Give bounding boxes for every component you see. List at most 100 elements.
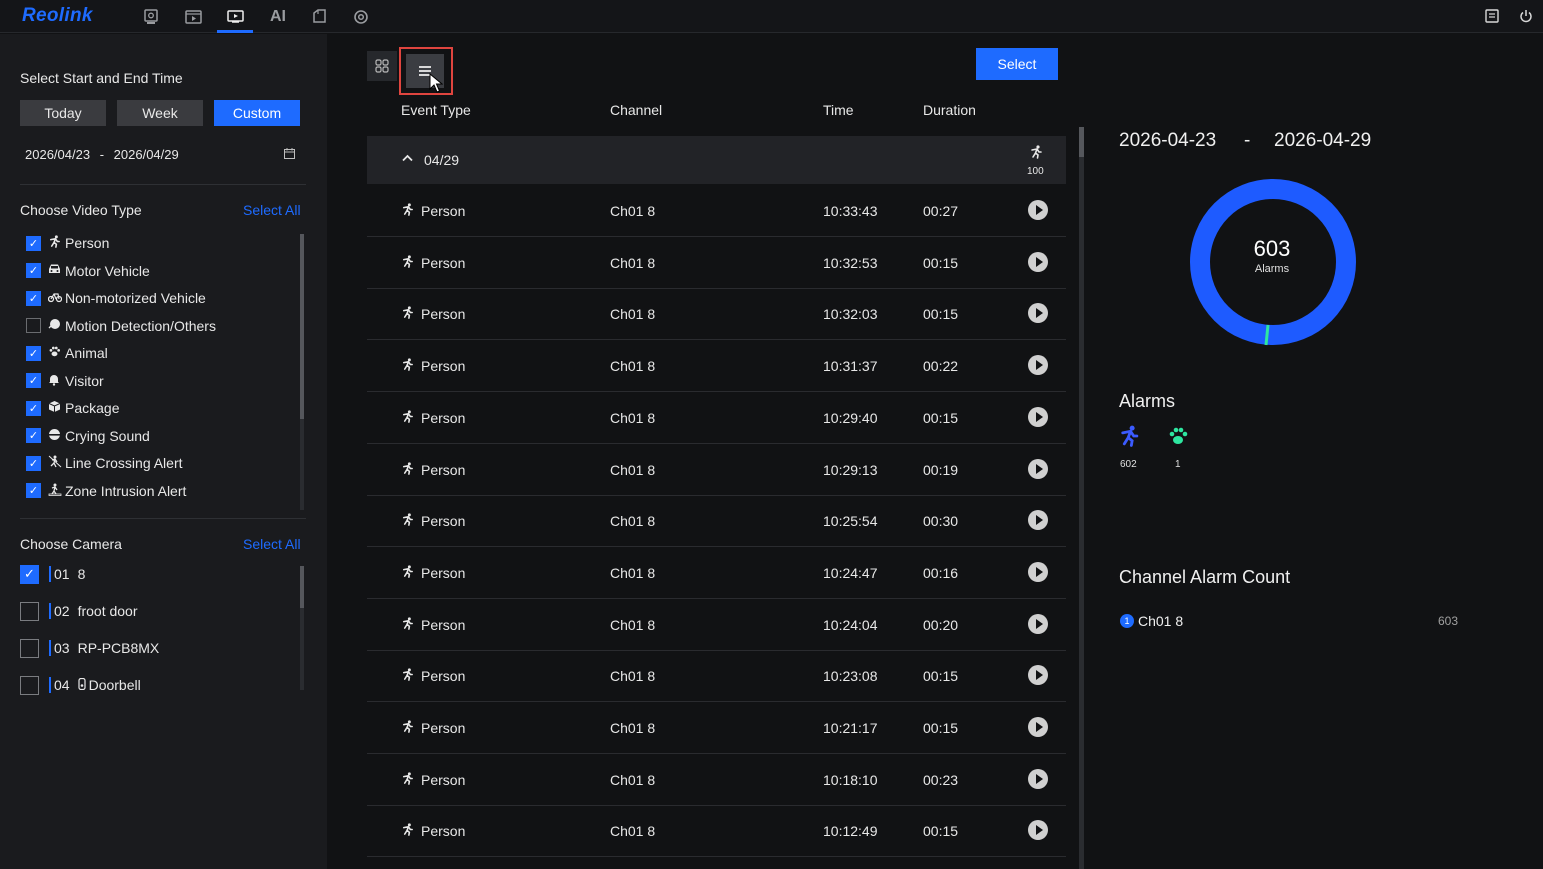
camera-checkbox[interactable] [20, 675, 39, 695]
play-icon[interactable] [1028, 355, 1048, 376]
chevron-up-icon[interactable] [402, 151, 413, 165]
event-row[interactable]: Person Ch01 8 10:12:49 00:15 [367, 805, 1066, 858]
custom-tab[interactable]: Custom [214, 100, 300, 126]
play-icon[interactable] [1028, 717, 1048, 737]
event-row[interactable]: Person Ch01 8 10:31:37 00:22 [367, 340, 1066, 393]
camera-select-all[interactable]: Select All [243, 536, 301, 552]
paw-icon[interactable] [1167, 425, 1189, 453]
person-icon [401, 616, 414, 633]
person-icon [401, 823, 414, 839]
play-icon[interactable] [1028, 768, 1048, 789]
today-tab[interactable]: Today [20, 100, 106, 126]
play-icon[interactable] [1028, 251, 1048, 272]
video-type-checkbox[interactable]: ✓ [26, 235, 41, 251]
event-row[interactable]: Person Ch01 8 10:23:08 00:15 [367, 650, 1066, 703]
event-list-scroll-thumb[interactable] [1079, 127, 1084, 157]
channel-count: 603 [1437, 614, 1458, 628]
play-icon[interactable] [1028, 665, 1048, 686]
camera-item[interactable]: ✓ 01 8 [20, 564, 85, 584]
camera-item[interactable]: 04 Doorbell [20, 675, 141, 695]
week-tab[interactable]: Week [117, 100, 203, 126]
camera-checkbox[interactable]: ✓ [20, 564, 39, 584]
video-type-checkbox[interactable]: ✓ [26, 373, 41, 388]
camera-scroll-thumb[interactable] [300, 566, 304, 608]
alarm-events-icon[interactable] [217, 0, 253, 33]
event-row[interactable]: Person Ch01 8 10:18:10 00:23 [367, 754, 1066, 806]
video-type-item[interactable]: ✓ Motor Vehicle [26, 262, 150, 280]
event-time: 10:21:17 [823, 720, 878, 736]
video-type-checkbox[interactable]: ✓ [26, 263, 41, 278]
settings-icon[interactable] [343, 0, 379, 33]
play-icon[interactable] [1028, 458, 1048, 479]
date-range-field[interactable]: 2026/04/23 - 2026/04/29 [25, 147, 179, 162]
mouse-cursor-icon [429, 73, 443, 93]
play-icon[interactable] [1028, 303, 1048, 324]
video-type-item[interactable]: ✓ Non-motorized Vehicle [26, 289, 206, 307]
video-type-item[interactable]: ✓ Visitor [26, 372, 104, 390]
play-icon[interactable] [1028, 510, 1048, 531]
ai-icon[interactable]: AI [260, 0, 296, 33]
event-row[interactable]: Person Ch01 8 10:24:47 00:16 [367, 547, 1066, 599]
event-row[interactable]: Person Ch01 8 10:21:17 00:15 [367, 702, 1066, 754]
messages-icon[interactable] [1482, 6, 1502, 26]
event-time: 10:29:40 [823, 409, 878, 426]
play-icon[interactable] [1028, 200, 1048, 220]
event-time: 10:25:54 [823, 513, 878, 530]
live-view-icon[interactable] [133, 0, 169, 33]
video-type-checkbox[interactable]: ✓ [26, 400, 41, 416]
bicycle-icon [47, 291, 63, 306]
video-type-item[interactable]: ✓ Crying Sound [26, 427, 150, 445]
event-row[interactable]: Person Ch01 8 10:32:03 00:15 [367, 288, 1066, 341]
col-channel: Channel [610, 102, 663, 118]
playback-icon[interactable] [175, 0, 211, 33]
play-icon[interactable] [1028, 561, 1048, 582]
event-row[interactable]: Person Ch01 8 10:24:04 00:20 [367, 599, 1066, 651]
person-icon [401, 410, 414, 426]
play-icon[interactable] [1028, 820, 1048, 841]
channel-name: Ch01 8 [1138, 613, 1184, 629]
video-type-label: Motion Detection/Others [65, 317, 216, 334]
video-type-item[interactable]: ✓ Line Crossing Alert [26, 454, 183, 472]
camera-item[interactable]: 02 froot door [20, 601, 138, 621]
event-channel: Ch01 8 [610, 358, 656, 375]
person-icon[interactable] [1118, 425, 1140, 453]
video-type-item[interactable]: ✓ Person [26, 234, 109, 252]
event-type: Person [421, 358, 466, 375]
event-channel: Ch01 8 [610, 254, 656, 271]
event-row[interactable]: Person Ch01 8 10:25:54 00:30 [367, 495, 1066, 548]
event-row[interactable]: Person Ch01 8 10:32:53 00:15 [367, 237, 1066, 289]
video-type-item[interactable]: ✓ Package [26, 399, 119, 417]
video-type-checkbox[interactable]: ✓ [26, 483, 41, 498]
video-type-item[interactable]: ✓ Zone Intrusion Alert [26, 482, 186, 500]
clips-icon[interactable] [301, 0, 337, 33]
camera-checkbox[interactable] [20, 638, 39, 658]
calendar-icon[interactable] [284, 148, 295, 162]
video-type-checkbox[interactable]: ✓ [26, 455, 41, 471]
event-list-scrollbar[interactable] [1079, 127, 1084, 869]
camera-checkbox[interactable] [20, 601, 39, 621]
video-type-checkbox[interactable]: ✓ [26, 345, 41, 361]
event-time: 10:18:10 [823, 771, 878, 788]
video-type-scroll-thumb[interactable] [300, 234, 304, 419]
power-icon[interactable] [1516, 6, 1536, 26]
play-icon[interactable] [1028, 406, 1048, 427]
grid-view-button[interactable] [367, 51, 397, 81]
event-type: Person [421, 254, 466, 271]
video-type-select-all[interactable]: Select All [243, 202, 301, 218]
video-type-item[interactable]: Motion Detection/Others [26, 317, 216, 335]
event-list-panel: Select Event Type Channel Time Duration … [327, 34, 1087, 869]
event-row[interactable]: Person Ch01 8 10:29:13 00:19 [367, 444, 1066, 496]
event-row[interactable]: Person Ch01 8 10:29:40 00:15 [367, 392, 1066, 444]
camera-item[interactable]: 03 RP-PCB8MX [20, 638, 159, 658]
list-view-button[interactable] [399, 47, 453, 95]
video-type-checkbox[interactable]: ✓ [26, 290, 41, 306]
video-type-item[interactable]: ✓ Animal [26, 344, 108, 362]
camera-name: Doorbell [88, 677, 141, 693]
select-button[interactable]: Select [976, 48, 1058, 80]
date-group-header[interactable]: 04/29 100 [367, 136, 1066, 184]
event-type: Person [421, 720, 466, 736]
video-type-checkbox[interactable]: ✓ [26, 428, 41, 443]
video-type-checkbox[interactable] [26, 318, 41, 333]
play-icon[interactable] [1028, 613, 1048, 634]
event-row[interactable]: Person Ch01 8 10:33:43 00:27 [367, 185, 1066, 237]
